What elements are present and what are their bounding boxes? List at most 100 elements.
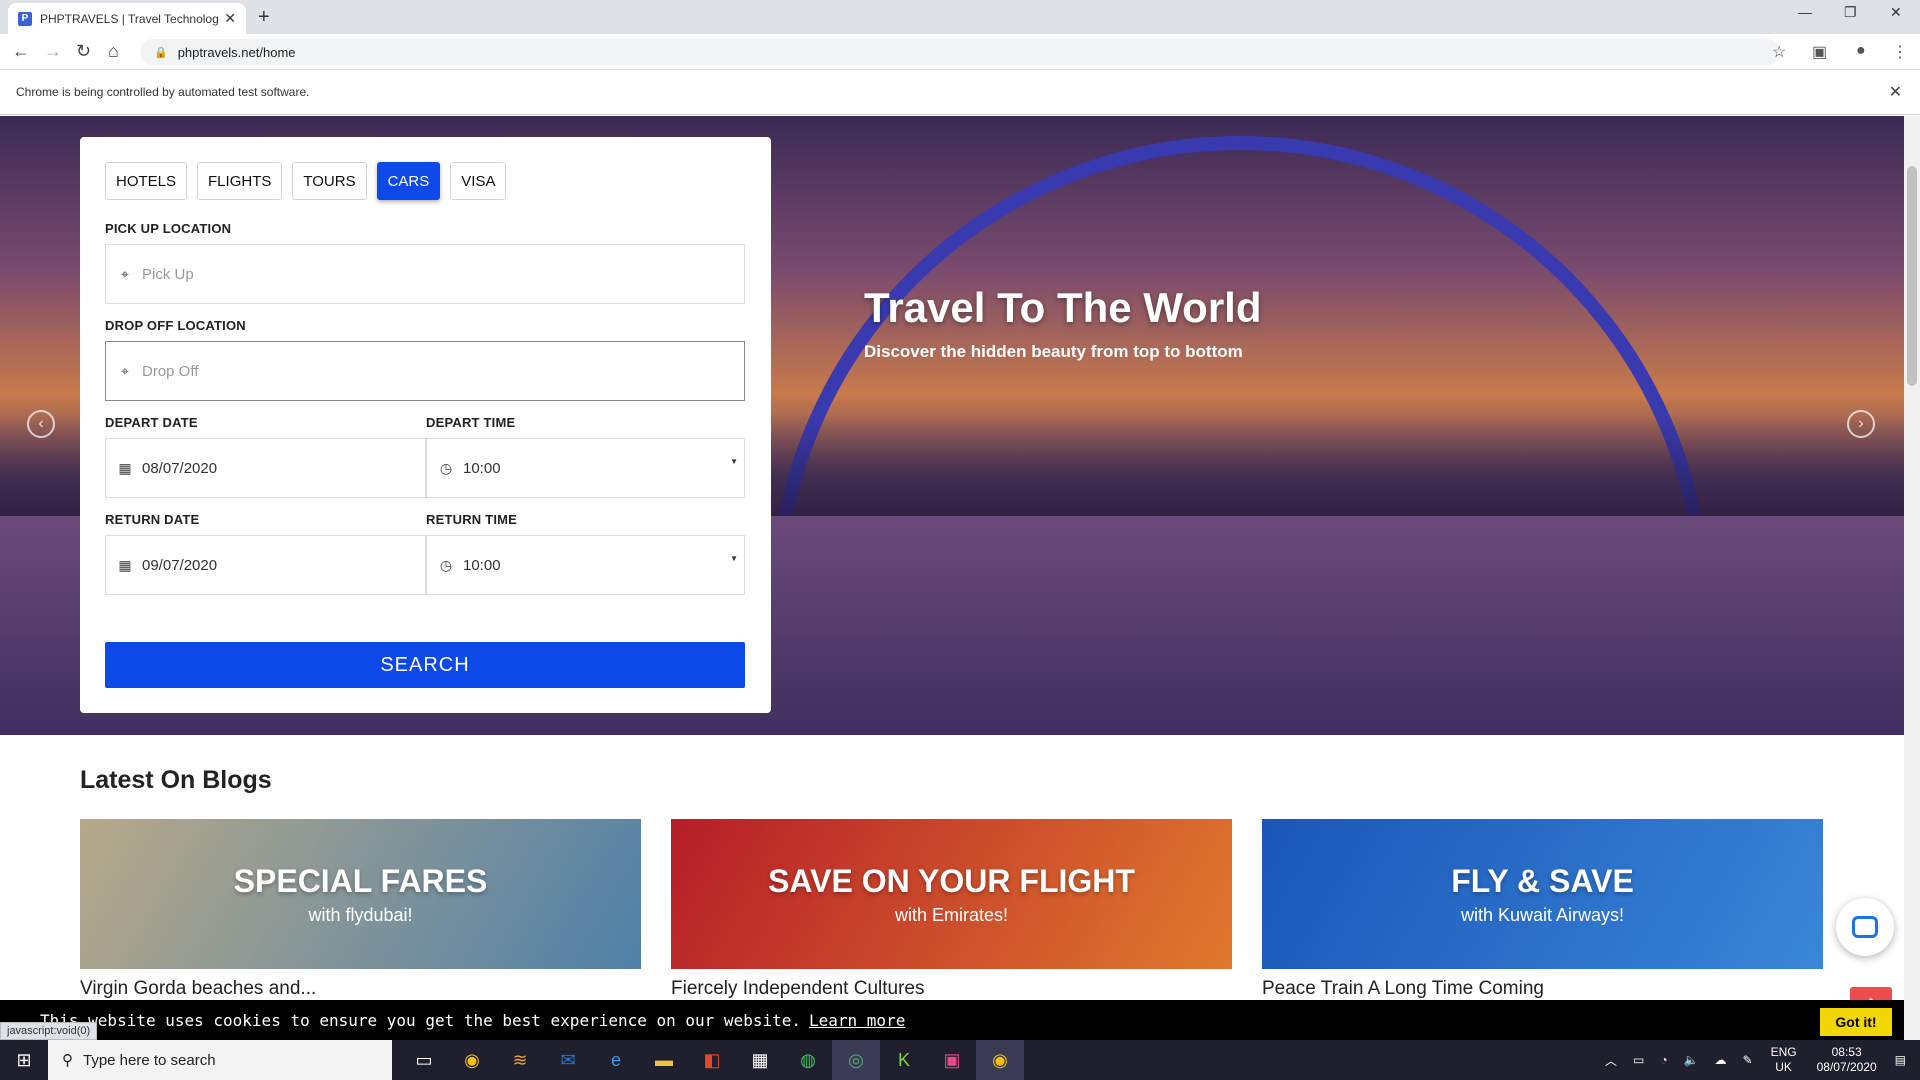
tab-cars[interactable]: CARS — [376, 162, 441, 200]
cookie-text: This website uses cookies to ensure you … — [40, 1010, 801, 1030]
menu-dots-icon[interactable]: ⋮ — [1892, 42, 1908, 62]
tab-hotels[interactable]: HOTELS — [105, 162, 188, 200]
map-pin-icon: ⌖ — [121, 362, 129, 379]
browser-tab-bar: P PHPTRAVELS | Travel Technology ✕ + — ❐… — [0, 0, 1920, 34]
calculator-app-icon[interactable]: ▦ — [736, 1040, 784, 1080]
depart-date-input[interactable]: ▦ 08/07/2020 — [105, 438, 426, 498]
home-icon[interactable]: ⌂ — [108, 41, 119, 62]
blog-banner-headline: SPECIAL FARES — [233, 863, 488, 899]
task-view-icon[interactable]: ▭ — [400, 1040, 448, 1080]
windows-start-icon[interactable]: ⊞ — [0, 1040, 48, 1080]
cookie-banner: This website uses cookies to ensure you … — [0, 1000, 1904, 1040]
reload-icon[interactable]: ↻ — [76, 41, 91, 62]
windows-taskbar: ⊞ ⚲ Type here to search ▭ ◉ ≋ ✉ e ▬ ◧ ▦ … — [0, 1040, 1920, 1080]
chrome-app-icon[interactable]: ◉ — [448, 1040, 496, 1080]
address-bar[interactable]: 🔒 phptravels.net/home — [140, 39, 1780, 65]
depart-date-value: 08/07/2020 — [142, 459, 218, 477]
tab-visa[interactable]: VISA — [450, 162, 507, 200]
kotlin-app-icon[interactable]: K — [880, 1040, 928, 1080]
onedrive-icon[interactable]: ☁ — [1715, 1053, 1727, 1067]
intellij-app-icon[interactable]: ▣ — [928, 1040, 976, 1080]
pickup-input[interactable]: ⌖ Pick Up — [105, 244, 745, 304]
depart-time-label: DEPART TIME — [426, 415, 516, 430]
return-date-label: RETURN DATE — [105, 512, 200, 527]
blog-card-title[interactable]: Virgin Gorda beaches and... — [80, 978, 316, 1000]
return-date-input[interactable]: ▦ 09/07/2020 — [105, 535, 426, 595]
blog-card-image[interactable]: SPECIAL FARES with flydubai! — [80, 819, 641, 969]
edge-app-icon[interactable]: e — [592, 1040, 640, 1080]
lock-icon: 🔒 — [154, 46, 168, 59]
taskbar-search-input[interactable]: ⚲ Type here to search — [48, 1040, 392, 1080]
infobar-text: Chrome is being controlled by automated … — [16, 85, 310, 99]
profile-icon[interactable]: ● — [1856, 42, 1866, 60]
infobar-close-icon[interactable]: ✕ — [1889, 82, 1902, 102]
carousel-prev-icon[interactable]: ‹ — [27, 410, 55, 438]
return-time-label: RETURN TIME — [426, 512, 518, 527]
blogs-heading: Latest On Blogs — [80, 766, 272, 794]
file-explorer-icon[interactable]: ▬ — [640, 1040, 688, 1080]
vpn-app-icon[interactable]: ◎ — [832, 1040, 880, 1080]
window-close-icon[interactable]: ✕ — [1890, 4, 1902, 21]
chevron-down-icon: ▼ — [730, 554, 738, 563]
clock-date: 08/07/2020 — [1816, 1060, 1877, 1074]
site-favicon-icon: P — [18, 11, 32, 26]
bookmark-star-icon[interactable]: ☆ — [1772, 42, 1786, 62]
browser-toolbar: ← → ↻ ⌂ 🔒 phptravels.net/home ☆ ▣ ● ⋮ — [0, 34, 1920, 70]
battery-icon[interactable]: ▭ — [1633, 1053, 1644, 1067]
chat-widget-button[interactable] — [1836, 898, 1894, 956]
maximize-icon[interactable]: ❐ — [1844, 4, 1857, 21]
hero-subtitle: Discover the hidden beauty from top to b… — [864, 342, 1243, 361]
outlook-app-icon[interactable]: ✉ — [544, 1040, 592, 1080]
cookie-learn-more-link[interactable]: Learn more — [809, 1011, 905, 1030]
search-button[interactable]: SEARCH — [105, 642, 745, 688]
search-icon: ⚲ — [62, 1052, 73, 1069]
notification-icon[interactable]: ▤ — [1895, 1053, 1906, 1067]
carousel-next-icon[interactable]: › — [1847, 410, 1875, 438]
url-text: phptravels.net/home — [177, 44, 296, 60]
depart-time-value: 10:00 — [463, 459, 501, 477]
region-text: UK — [1775, 1060, 1792, 1074]
cookie-accept-button[interactable]: Got it! — [1820, 1008, 1892, 1036]
winamp-app-icon[interactable]: ≋ — [496, 1040, 544, 1080]
chrome-active-app-icon[interactable]: ◉ — [976, 1040, 1024, 1080]
automation-infobar: Chrome is being controlled by automated … — [0, 70, 1920, 115]
return-date-value: 09/07/2020 — [142, 556, 218, 574]
clock[interactable]: 08:53 08/07/2020 — [1817, 1045, 1877, 1075]
clock-icon: ◷ — [439, 459, 453, 476]
volume-icon[interactable]: 🔈 — [1684, 1053, 1699, 1067]
pen-icon[interactable]: ✎ — [1743, 1053, 1753, 1067]
search-panel: HOTELS FLIGHTS TOURS CARS VISA PICK UP L… — [80, 137, 771, 713]
blog-banner-headline: SAVE ON YOUR FLIGHT — [768, 863, 1135, 899]
depart-time-select[interactable]: ◷ 10:00 ▼ — [426, 438, 745, 498]
blog-card-title[interactable]: Peace Train A Long Time Coming — [1262, 978, 1544, 1000]
blog-card-title[interactable]: Fiercely Independent Cultures — [671, 978, 924, 1000]
tray-chevron-up-icon[interactable]: ︿ — [1605, 1052, 1617, 1069]
lang-text: ENG — [1770, 1045, 1797, 1059]
taskbar-apps: ▭ ◉ ≋ ✉ e ▬ ◧ ▦ ◍ ◎ K ▣ ◉ — [400, 1040, 1024, 1080]
blog-card-image[interactable]: FLY & SAVE with Kuwait Airways! — [1262, 819, 1823, 969]
tab-flights[interactable]: FLIGHTS — [197, 162, 283, 200]
new-tab-icon[interactable]: + — [258, 6, 270, 29]
browser-tab[interactable]: P PHPTRAVELS | Travel Technology ✕ — [8, 3, 246, 34]
wifi-icon[interactable]: ◔ — [1660, 1053, 1667, 1067]
hero-title: Travel To The World — [864, 284, 1262, 331]
language-indicator[interactable]: ENG UK — [1771, 1045, 1797, 1075]
calendar-icon: ▦ — [118, 556, 132, 573]
return-time-select[interactable]: ◷ 10:00 ▼ — [426, 535, 745, 595]
pickup-label: PICK UP LOCATION — [105, 221, 232, 236]
blog-card-image[interactable]: SAVE ON YOUR FLIGHT with Emirates! — [671, 819, 1232, 969]
tab-close-icon[interactable]: ✕ — [224, 10, 236, 27]
office-app-icon[interactable]: ◧ — [688, 1040, 736, 1080]
back-icon[interactable]: ← — [12, 41, 30, 62]
scrollbar-thumb[interactable] — [1907, 166, 1917, 386]
chat-bubble-icon — [1852, 916, 1878, 938]
forward-icon[interactable]: → — [44, 41, 62, 62]
dropoff-input[interactable]: ⌖ Drop Off — [105, 341, 745, 401]
tab-tours[interactable]: TOURS — [292, 162, 367, 200]
extension-icon[interactable]: ▣ — [1812, 42, 1827, 62]
map-pin-icon: ⌖ — [121, 265, 129, 282]
blog-banner-subline: with Kuwait Airways! — [1460, 905, 1625, 925]
minimize-icon[interactable]: — — [1798, 4, 1812, 20]
page-scrollbar[interactable] — [1904, 116, 1920, 1040]
whatsapp-app-icon[interactable]: ◍ — [784, 1040, 832, 1080]
